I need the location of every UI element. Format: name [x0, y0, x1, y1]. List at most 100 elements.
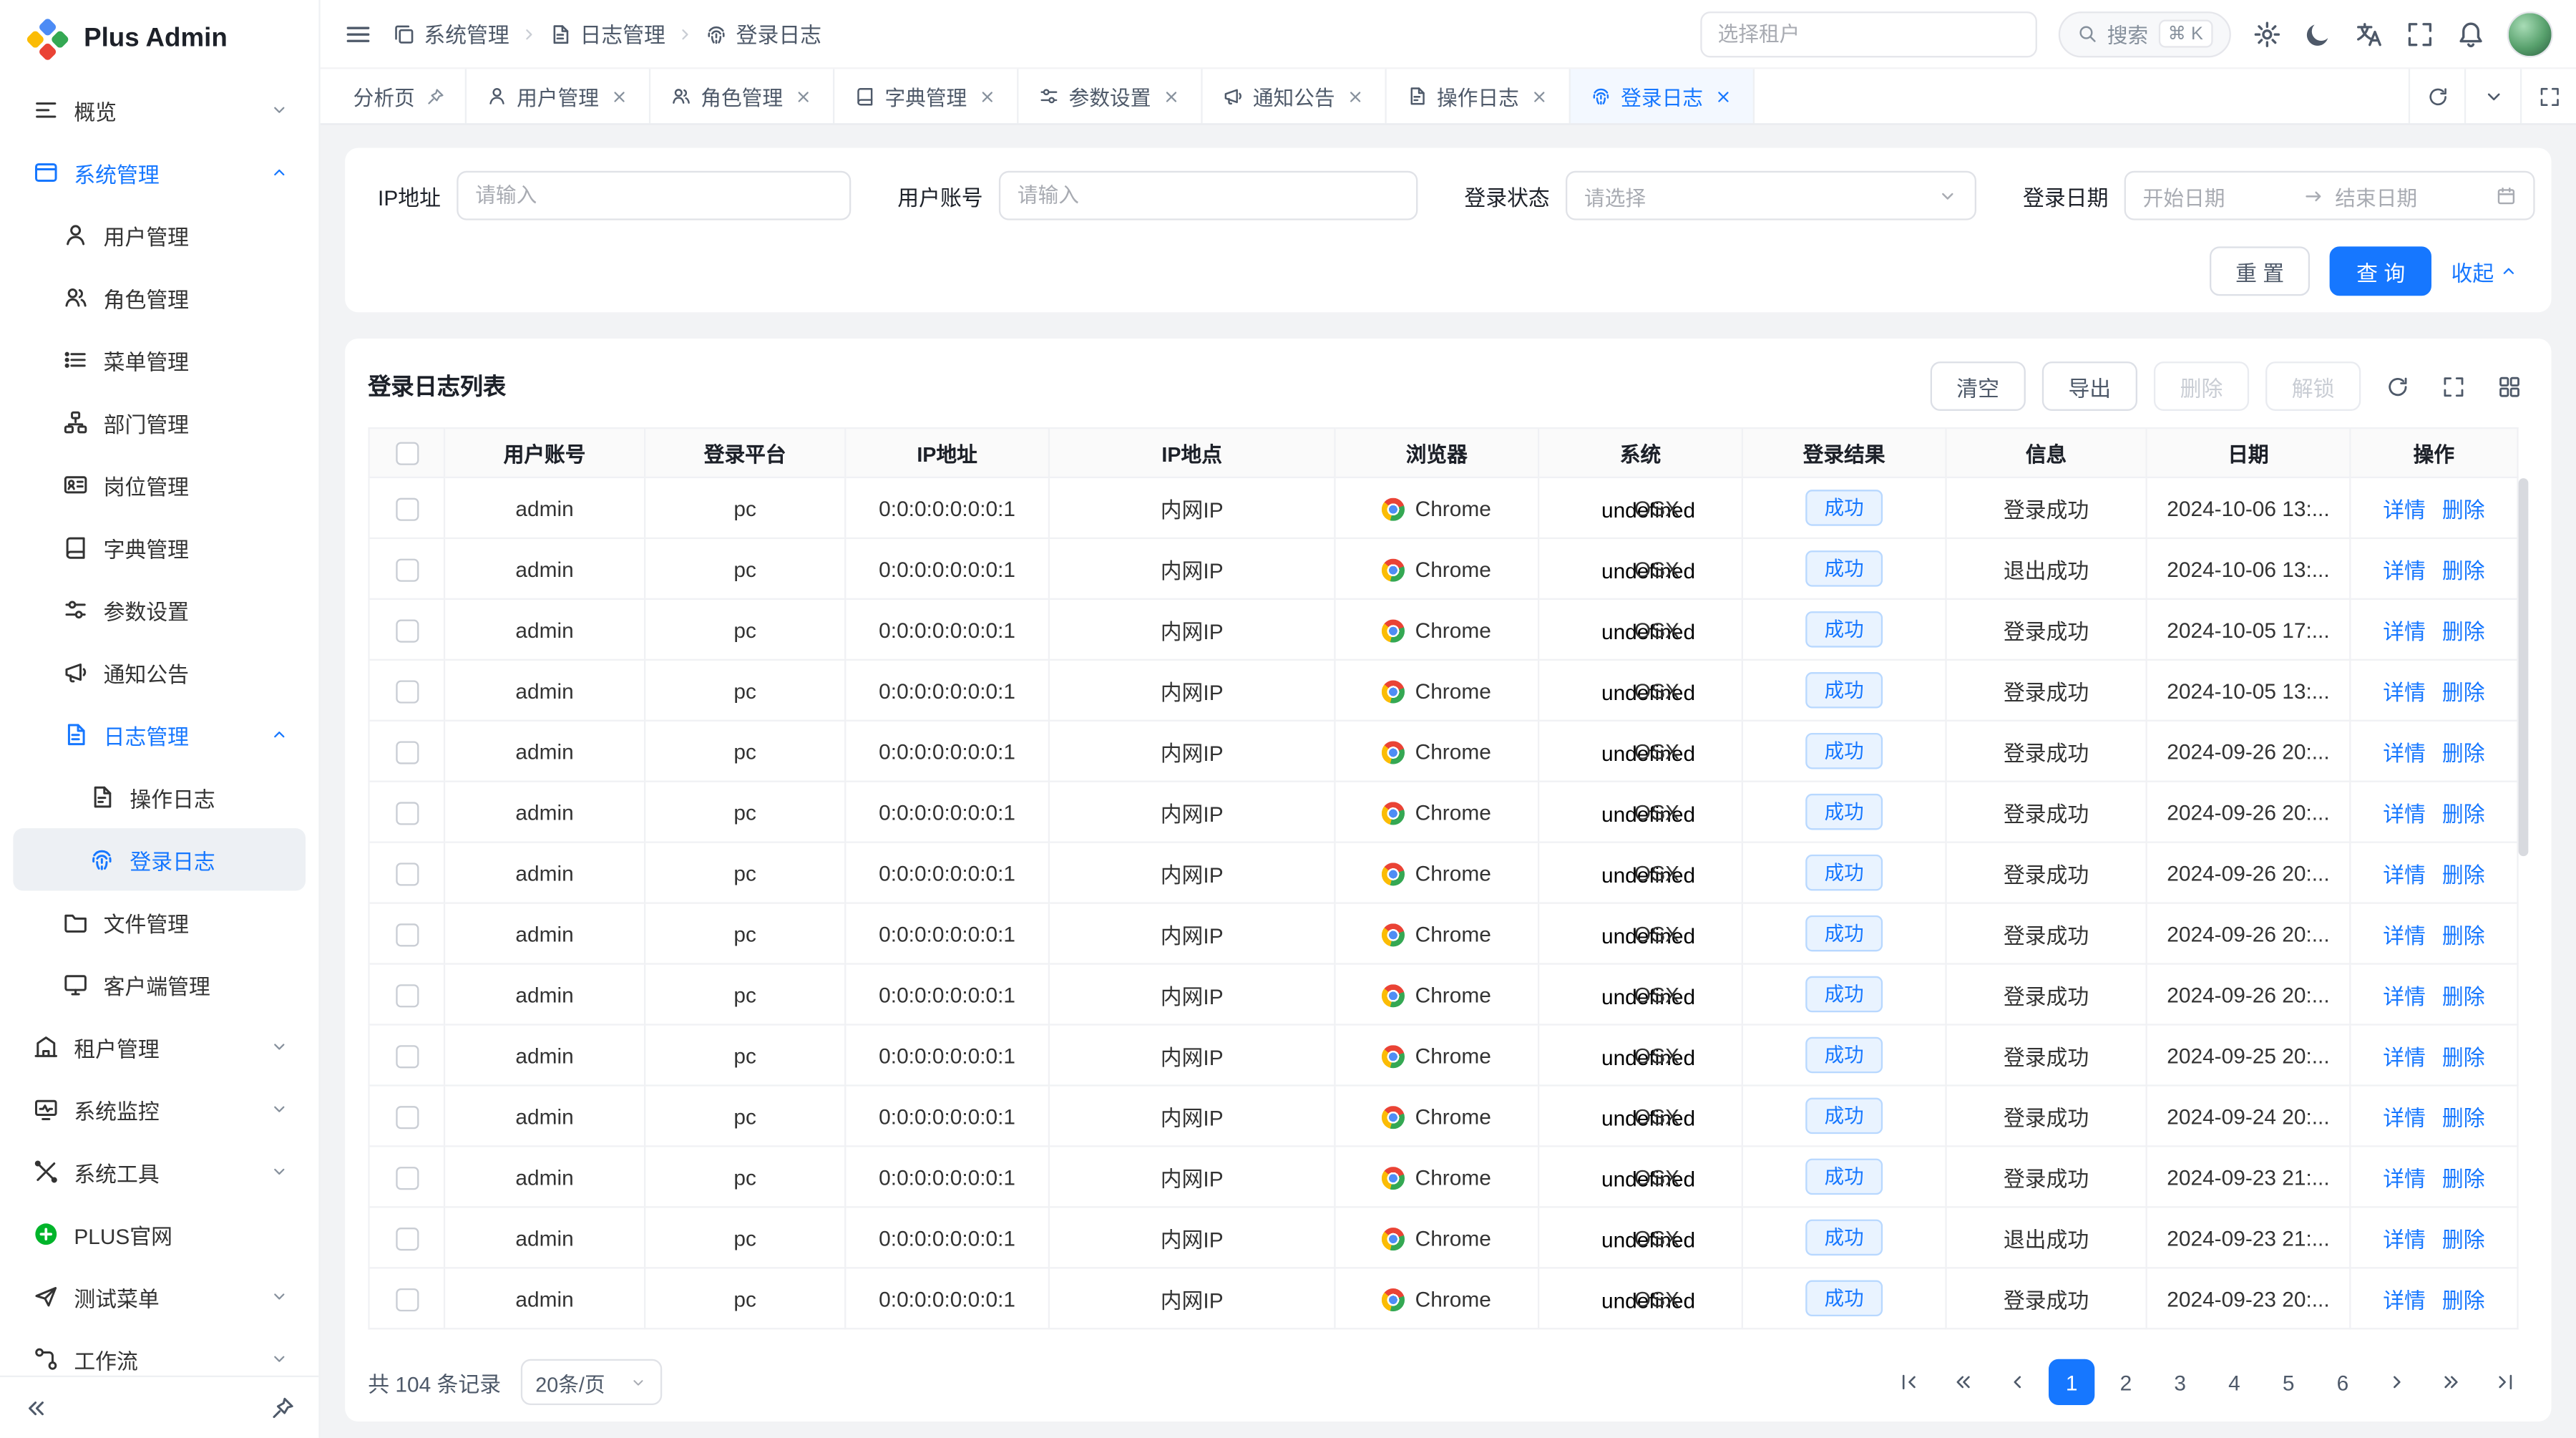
select-all-checkbox[interactable]	[395, 442, 418, 465]
breadcrumb-item[interactable]: 系统管理	[393, 18, 509, 49]
clear-button[interactable]: 清空	[1931, 361, 2026, 411]
jump-back-button[interactable]	[1940, 1359, 1986, 1405]
sidebar-item-dept[interactable]: 部门管理	[13, 391, 306, 453]
delete-link[interactable]: 删除	[2442, 1039, 2485, 1071]
detail-link[interactable]: 详情	[2383, 553, 2426, 585]
sidebar-item-workflow[interactable]: 工作流	[13, 1328, 306, 1376]
row-checkbox[interactable]	[395, 1228, 418, 1250]
unlock-button[interactable]: 解锁	[2265, 361, 2361, 411]
close-tab-icon[interactable]	[1529, 87, 1549, 107]
delete-button[interactable]: 删除	[2154, 361, 2249, 411]
row-checkbox[interactable]	[395, 680, 418, 703]
reset-button[interactable]: 重 置	[2209, 246, 2310, 296]
app-logo[interactable]: Plus Admin	[0, 0, 318, 79]
row-checkbox[interactable]	[395, 741, 418, 764]
tab-dict[interactable]: 字典管理	[834, 69, 1018, 123]
delete-link[interactable]: 删除	[2442, 796, 2485, 827]
pin-sidebar-button[interactable]	[270, 1394, 296, 1421]
delete-link[interactable]: 删除	[2442, 1161, 2485, 1192]
collapse-filter-link[interactable]: 收起	[2451, 256, 2518, 287]
sidebar-item-tool[interactable]: 系统工具	[13, 1140, 306, 1203]
menu-toggle-button[interactable]	[343, 19, 373, 48]
detail-link[interactable]: 详情	[2383, 796, 2426, 827]
page-1-button[interactable]: 1	[2049, 1359, 2094, 1405]
detail-link[interactable]: 详情	[2383, 978, 2426, 1010]
detail-link[interactable]: 详情	[2383, 1222, 2426, 1253]
page-size-select[interactable]: 20条/页	[521, 1359, 662, 1405]
user-avatar[interactable]	[2507, 11, 2553, 57]
page-3-button[interactable]: 3	[2157, 1359, 2203, 1405]
global-search-button[interactable]: 搜索 ⌘ K	[2058, 11, 2231, 57]
first-page-button[interactable]	[1886, 1359, 1932, 1405]
sidebar-item-post[interactable]: 岗位管理	[13, 454, 306, 516]
detail-link[interactable]: 详情	[2383, 492, 2426, 524]
detail-link[interactable]: 详情	[2383, 1283, 2426, 1314]
delete-link[interactable]: 删除	[2442, 614, 2485, 646]
sidebar-item-user[interactable]: 用户管理	[13, 204, 306, 266]
row-checkbox[interactable]	[395, 802, 418, 825]
sidebar-item-operlog[interactable]: 操作日志	[13, 766, 306, 828]
sidebar-item-system[interactable]: 系统管理	[13, 141, 306, 203]
close-tab-icon[interactable]	[1161, 87, 1181, 107]
row-checkbox[interactable]	[395, 984, 418, 1007]
delete-link[interactable]: 删除	[2442, 1100, 2485, 1132]
delete-link[interactable]: 删除	[2442, 553, 2485, 585]
detail-link[interactable]: 详情	[2383, 735, 2426, 767]
jump-forward-button[interactable]	[2428, 1359, 2474, 1405]
query-button[interactable]: 查 询	[2330, 246, 2431, 296]
row-checkbox[interactable]	[395, 497, 418, 520]
tab-notice[interactable]: 通知公告	[1202, 69, 1386, 123]
settings-icon[interactable]	[2253, 19, 2282, 48]
page-5-button[interactable]: 5	[2265, 1359, 2311, 1405]
table-fullscreen-button[interactable]	[2433, 366, 2472, 406]
detail-link[interactable]: 详情	[2383, 918, 2426, 949]
detail-link[interactable]: 详情	[2383, 614, 2426, 646]
breadcrumb-item[interactable]: 日志管理	[549, 18, 665, 49]
delete-link[interactable]: 删除	[2442, 492, 2485, 524]
sidebar-item-loginlog[interactable]: 登录日志	[13, 828, 306, 890]
tab-menu-button[interactable]	[2464, 69, 2520, 123]
sidebar-item-config[interactable]: 参数设置	[13, 578, 306, 641]
sidebar-item-notice[interactable]: 通知公告	[13, 641, 306, 703]
account-input[interactable]	[1000, 171, 1418, 220]
tab-operlog[interactable]: 操作日志	[1386, 69, 1570, 123]
status-select[interactable]: 请选择	[1566, 171, 1977, 220]
dark-mode-icon[interactable]	[2303, 19, 2333, 48]
row-checkbox[interactable]	[395, 1288, 418, 1311]
row-checkbox[interactable]	[395, 558, 418, 581]
sidebar-item-overview[interactable]: 概览	[13, 79, 306, 141]
tenant-select-input[interactable]	[1699, 11, 2036, 57]
tab-loginlog[interactable]: 登录日志	[1570, 69, 1754, 123]
tab-role[interactable]: 角色管理	[650, 69, 834, 123]
row-checkbox[interactable]	[395, 863, 418, 885]
row-checkbox[interactable]	[395, 923, 418, 946]
sidebar-item-dict[interactable]: 字典管理	[13, 516, 306, 578]
row-checkbox[interactable]	[395, 1167, 418, 1190]
sidebar-item-menu[interactable]: 菜单管理	[13, 329, 306, 391]
export-button[interactable]: 导出	[2042, 361, 2137, 411]
close-tab-icon[interactable]	[793, 87, 813, 107]
row-checkbox[interactable]	[395, 1106, 418, 1129]
breadcrumb-item[interactable]: 登录日志	[705, 18, 821, 49]
tab-config[interactable]: 参数设置	[1018, 69, 1201, 123]
collapse-sidebar-button[interactable]	[23, 1394, 49, 1421]
sidebar-item-monitor[interactable]: 系统监控	[13, 1078, 306, 1140]
delete-link[interactable]: 删除	[2442, 735, 2485, 767]
delete-link[interactable]: 删除	[2442, 918, 2485, 949]
last-page-button[interactable]	[2482, 1359, 2528, 1405]
next-page-button[interactable]	[2374, 1359, 2420, 1405]
sidebar-item-client[interactable]: 客户端管理	[13, 953, 306, 1016]
delete-link[interactable]: 删除	[2442, 1222, 2485, 1253]
detail-link[interactable]: 详情	[2383, 1100, 2426, 1132]
table-scrollbar[interactable]	[2519, 478, 2529, 856]
close-tab-icon[interactable]	[1345, 87, 1365, 107]
detail-link[interactable]: 详情	[2383, 674, 2426, 706]
sidebar-item-tenant[interactable]: 租户管理	[13, 1016, 306, 1078]
detail-link[interactable]: 详情	[2383, 1039, 2426, 1071]
prev-page-button[interactable]	[1994, 1359, 2040, 1405]
close-tab-icon[interactable]	[1713, 87, 1733, 107]
detail-link[interactable]: 详情	[2383, 857, 2426, 888]
row-checkbox[interactable]	[395, 619, 418, 642]
refresh-tab-button[interactable]	[2409, 69, 2464, 123]
translate-icon[interactable]	[2354, 19, 2384, 48]
